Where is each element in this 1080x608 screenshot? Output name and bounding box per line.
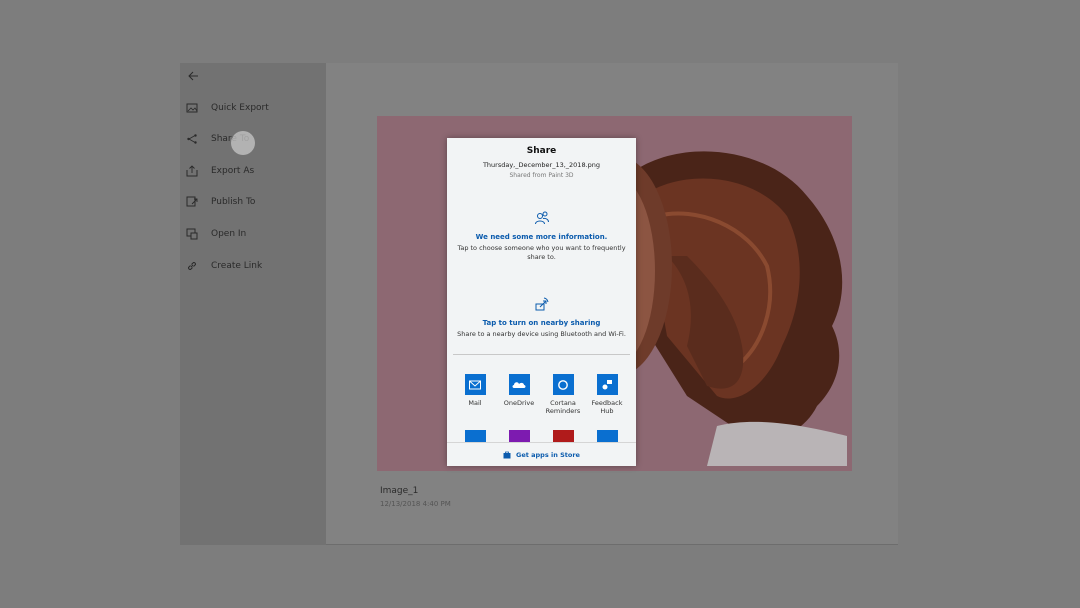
get-apps-in-store-button[interactable]: Get apps in Store: [447, 442, 636, 466]
app-cortana-reminders[interactable]: Cortana Reminders: [541, 374, 585, 415]
image-title: Image_1: [380, 486, 419, 496]
cortana-icon: [552, 374, 574, 395]
menu-open-in[interactable]: Open In: [186, 226, 246, 242]
menu-export-as[interactable]: Export As: [186, 163, 254, 179]
share-sidebar: Quick Export Share To Export As Publish …: [180, 63, 326, 545]
app-label: Mail: [468, 399, 482, 407]
menu-label: Quick Export: [211, 103, 269, 113]
menu-label: Publish To: [211, 197, 256, 207]
people-title: We need some more information.: [475, 233, 608, 241]
touch-cursor: [231, 131, 255, 155]
menu-publish-to[interactable]: Publish To: [186, 194, 255, 210]
nearby-sharing-section[interactable]: Tap to turn on nearby sharing Share to a…: [447, 296, 636, 339]
share-icon: [187, 134, 197, 144]
menu-label: Create Link: [211, 261, 263, 271]
nearby-title: Tap to turn on nearby sharing: [482, 319, 601, 327]
image-icon: [186, 103, 198, 113]
people-icon: [534, 211, 549, 225]
app-onedrive[interactable]: OneDrive: [497, 374, 541, 407]
image-date: 12/13/2018 4:40 PM: [380, 500, 451, 508]
apps-grid: Mail OneDrive Cortana Reminders Feedback…: [447, 372, 636, 444]
app-mail[interactable]: Mail: [453, 374, 497, 407]
export-icon: [186, 165, 198, 177]
divider: [326, 544, 898, 545]
publish-icon: [186, 196, 198, 207]
link-icon: [188, 262, 196, 270]
people-section[interactable]: We need some more information. Tap to ch…: [447, 210, 636, 262]
get-apps-label: Get apps in Store: [516, 451, 580, 459]
store-bag-icon: [503, 451, 511, 459]
menu-label: Export As: [211, 166, 255, 176]
share-file-name: Thursday,_December_13,_2018.png: [482, 161, 601, 169]
people-desc: Tap to choose someone who you want to fr…: [457, 244, 626, 261]
app-feedback-hub[interactable]: Feedback Hub: [585, 374, 629, 415]
menu-quick-export[interactable]: Quick Export: [186, 100, 269, 116]
divider: [453, 354, 630, 355]
share-dialog: Share Thursday,_December_13,_2018.png Sh…: [447, 138, 636, 466]
mail-icon: [464, 374, 486, 395]
app-label: OneDrive: [503, 399, 535, 407]
menu-create-link[interactable]: Create Link: [186, 258, 262, 274]
nearby-sharing-icon: [535, 297, 548, 311]
nearby-desc: Share to a nearby device using Bluetooth…: [457, 330, 626, 338]
share-title: Share: [526, 146, 557, 156]
open-in-icon: [186, 228, 198, 240]
app-label: Cortana Reminders: [545, 399, 581, 415]
share-source: Shared from Paint 3D: [509, 172, 574, 179]
back-arrow-icon[interactable]: [186, 69, 200, 83]
menu-label: Open In: [211, 229, 247, 239]
share-header: Share Thursday,_December_13,_2018.png Sh…: [447, 138, 636, 179]
onedrive-cloud-icon: [508, 374, 530, 395]
app-label: Feedback Hub: [591, 399, 623, 415]
feedback-hub-icon: [596, 374, 618, 395]
